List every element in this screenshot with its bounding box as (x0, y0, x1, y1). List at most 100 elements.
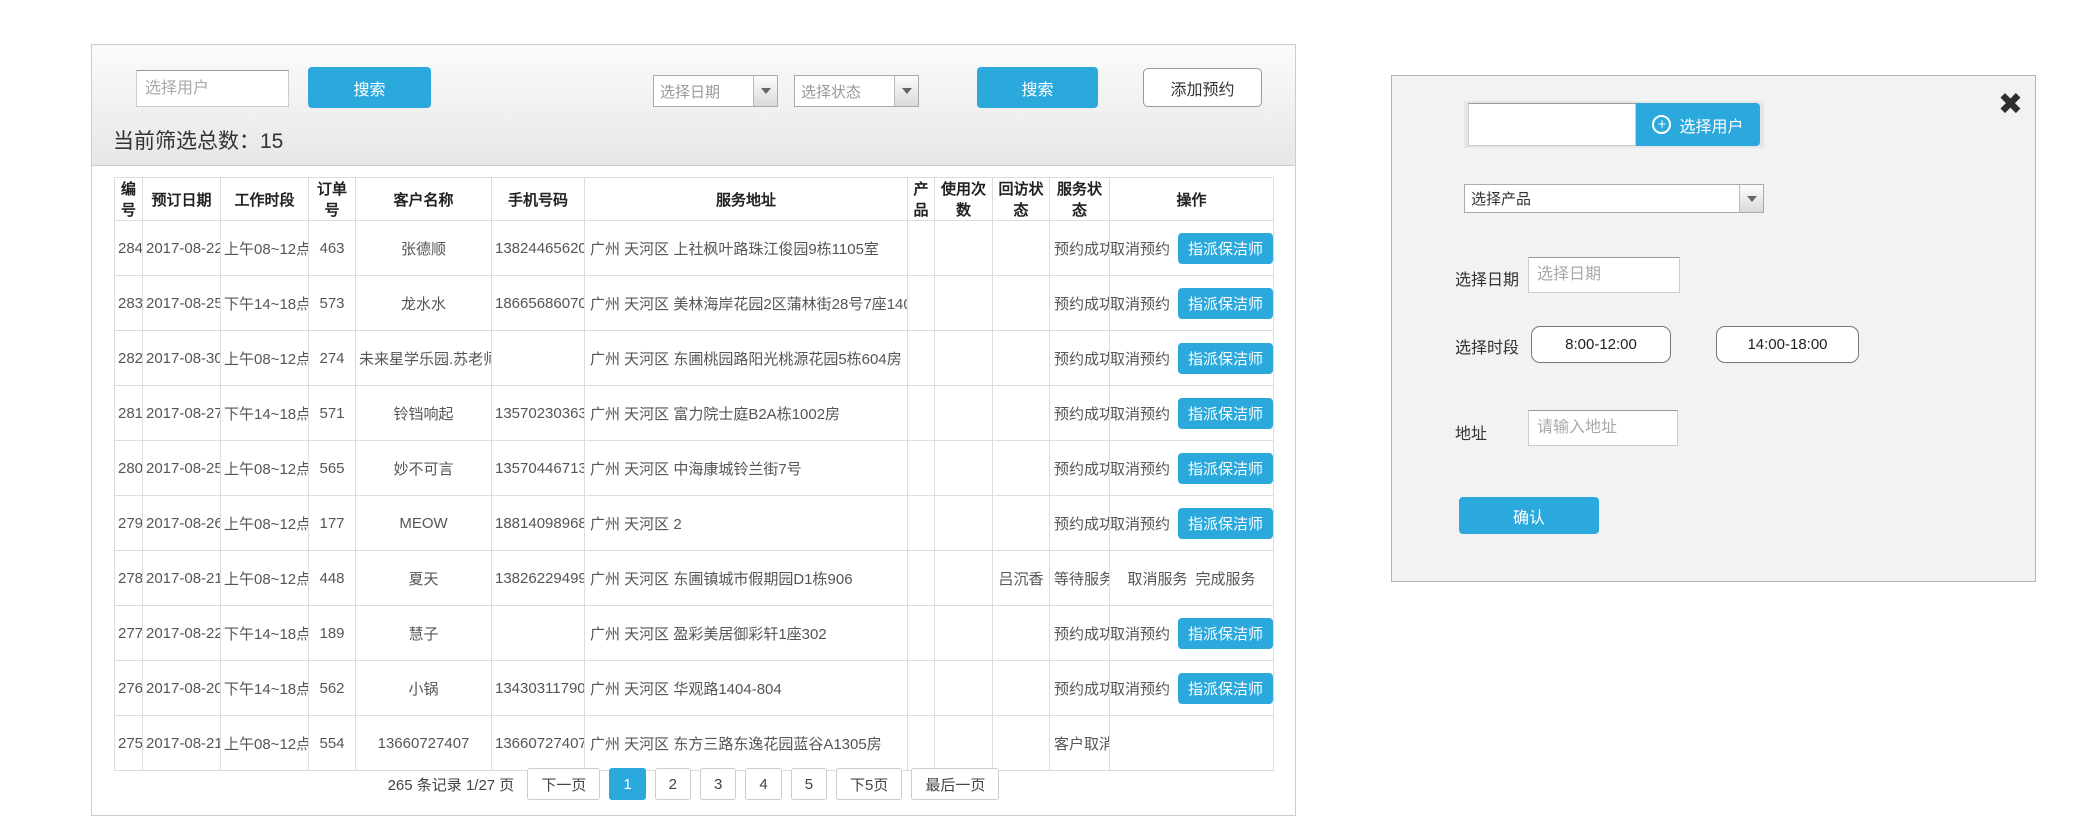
cell-product (908, 221, 935, 276)
cell-status: 等待服务 (1050, 551, 1110, 606)
row-action-link[interactable]: 取消预约 (1110, 348, 1170, 369)
row-action-link[interactable]: 取消预约 (1110, 293, 1170, 314)
pagination-button[interactable]: 3 (700, 768, 736, 800)
select-user-button[interactable]: + 选择用户 (1636, 103, 1760, 146)
cell-order: 177 (309, 496, 356, 551)
cell-date: 2017-08-27 (143, 386, 221, 441)
row-action-link[interactable]: 取消预约 (1110, 403, 1170, 424)
cell-phone: 13570446713 (492, 441, 585, 496)
table-row: 2832017-08-25下午14~18点573龙水水18665686070广州… (115, 276, 1274, 331)
cell-status: 客户取消 (1050, 716, 1110, 771)
cell-operations: 取消预约指派保洁师 (1110, 221, 1274, 276)
user-filter-input[interactable] (136, 70, 289, 107)
column-header: 编号 (115, 178, 143, 221)
cell-date: 2017-08-26 (143, 496, 221, 551)
time-slot-morning-button[interactable]: 8:00-12:00 (1531, 326, 1671, 363)
table-row: 2792017-08-26上午08~12点177MEOW18814098968广… (115, 496, 1274, 551)
pagination-button[interactable]: 1 (609, 768, 645, 800)
confirm-button[interactable]: 确认 (1459, 497, 1599, 534)
cell-phone: 13826229499 (492, 551, 585, 606)
cell-phone: 18814098968 (492, 496, 585, 551)
assign-cleaner-button[interactable]: 指派保洁师 (1178, 508, 1273, 539)
close-icon[interactable]: ✖ (1998, 90, 2023, 120)
assign-cleaner-button[interactable]: 指派保洁师 (1178, 398, 1273, 429)
assign-cleaner-button[interactable]: 指派保洁师 (1178, 288, 1273, 319)
cell-date: 2017-08-21 (143, 716, 221, 771)
cell-customer: 铃铛响起 (356, 386, 492, 441)
cell-product (908, 661, 935, 716)
pagination-button[interactable]: 下5页 (836, 768, 902, 800)
modal-user-input[interactable] (1468, 103, 1636, 146)
row-action-link[interactable]: 完成服务 (1196, 568, 1256, 589)
cell-product (908, 331, 935, 386)
modal-address-input[interactable] (1528, 410, 1678, 446)
column-header: 服务地址 (585, 178, 908, 221)
cell-phone (492, 331, 585, 386)
column-header: 服务状态 (1050, 178, 1110, 221)
assign-cleaner-button[interactable]: 指派保洁师 (1178, 453, 1273, 484)
page: 搜索 选择日期 选择状态 搜索 添加预约 当前筛选总数：15 编号预订日期工作时… (0, 0, 2073, 820)
pagination-button[interactable]: 最后一页 (911, 768, 999, 800)
pagination-button[interactable]: 下一页 (527, 768, 600, 800)
cell-slot: 下午14~18点 (221, 386, 309, 441)
modal-date-input[interactable] (1528, 257, 1680, 293)
cell-slot: 上午08~12点 (221, 551, 309, 606)
date-filter-value: 选择日期 (654, 81, 753, 102)
assign-cleaner-button[interactable]: 指派保洁师 (1178, 673, 1273, 704)
search-user-button[interactable]: 搜索 (308, 67, 431, 108)
cell-status: 预约成功 (1050, 386, 1110, 441)
cell-date: 2017-08-25 (143, 441, 221, 496)
cell-visit (993, 221, 1050, 276)
cell-status: 预约成功 (1050, 441, 1110, 496)
cell-slot: 上午08~12点 (221, 496, 309, 551)
cell-id: 278 (115, 551, 143, 606)
cell-status: 预约成功 (1050, 496, 1110, 551)
product-select[interactable]: 选择产品 (1464, 184, 1764, 213)
cell-order: 189 (309, 606, 356, 661)
table-row: 2782017-08-21上午08~12点448夏天13826229499广州 … (115, 551, 1274, 606)
status-filter-select[interactable]: 选择状态 (794, 75, 919, 107)
address-label: 地址 (1455, 420, 1487, 444)
cell-address: 广州 天河区 美林海岸花园2区蒲林街28号7座1401 (585, 276, 908, 331)
cell-slot: 下午14~18点 (221, 661, 309, 716)
search-filters-button[interactable]: 搜索 (977, 67, 1098, 108)
cell-operations: 取消预约指派保洁师 (1110, 606, 1274, 661)
cell-customer: 小锅 (356, 661, 492, 716)
row-action-link[interactable]: 取消预约 (1110, 458, 1170, 479)
cell-address: 广州 天河区 东圃桃园路阳光桃源花园5栋604房 (585, 331, 908, 386)
row-action-link[interactable]: 取消预约 (1110, 238, 1170, 259)
cell-order: 463 (309, 221, 356, 276)
pagination-button[interactable]: 4 (745, 768, 781, 800)
table-row: 2842017-08-22上午08~12点463张德顺13824465620广州… (115, 221, 1274, 276)
row-action-link[interactable]: 取消预约 (1110, 678, 1170, 699)
cell-id: 283 (115, 276, 143, 331)
column-header: 操作 (1110, 178, 1274, 221)
assign-cleaner-button[interactable]: 指派保洁师 (1178, 618, 1273, 649)
cell-customer: 张德顺 (356, 221, 492, 276)
assign-cleaner-button[interactable]: 指派保洁师 (1178, 233, 1273, 264)
cell-order: 554 (309, 716, 356, 771)
add-reservation-button[interactable]: 添加预约 (1143, 68, 1262, 107)
chevron-down-icon (753, 76, 777, 106)
cell-usage (935, 716, 993, 771)
cell-customer: 13660727407 (356, 716, 492, 771)
cell-order: 274 (309, 331, 356, 386)
row-action-link[interactable]: 取消预约 (1110, 513, 1170, 534)
table-row: 2772017-08-22下午14~18点189慧子广州 天河区 盈彩美居御彩轩… (115, 606, 1274, 661)
time-slot-afternoon-button[interactable]: 14:00-18:00 (1716, 326, 1859, 363)
date-filter-select[interactable]: 选择日期 (653, 75, 778, 107)
row-action-link[interactable]: 取消服务 (1127, 568, 1187, 589)
pagination-button[interactable]: 2 (655, 768, 691, 800)
cell-address: 广州 天河区 东方三路东逸花园蓝谷A1305房 (585, 716, 908, 771)
cell-phone (492, 606, 585, 661)
reservation-panel: 搜索 选择日期 选择状态 搜索 添加预约 当前筛选总数：15 编号预订日期工作时… (91, 44, 1296, 816)
cell-usage (935, 551, 993, 606)
assign-cleaner-button[interactable]: 指派保洁师 (1178, 343, 1273, 374)
row-action-link[interactable]: 取消预约 (1110, 623, 1170, 644)
cell-operations: 取消预约指派保洁师 (1110, 661, 1274, 716)
cell-operations: 取消预约指派保洁师 (1110, 386, 1274, 441)
pagination-button[interactable]: 5 (791, 768, 827, 800)
cell-date: 2017-08-22 (143, 221, 221, 276)
cell-address: 广州 天河区 上社枫叶路珠江俊园9栋1105室 (585, 221, 908, 276)
cell-status: 预约成功 (1050, 221, 1110, 276)
